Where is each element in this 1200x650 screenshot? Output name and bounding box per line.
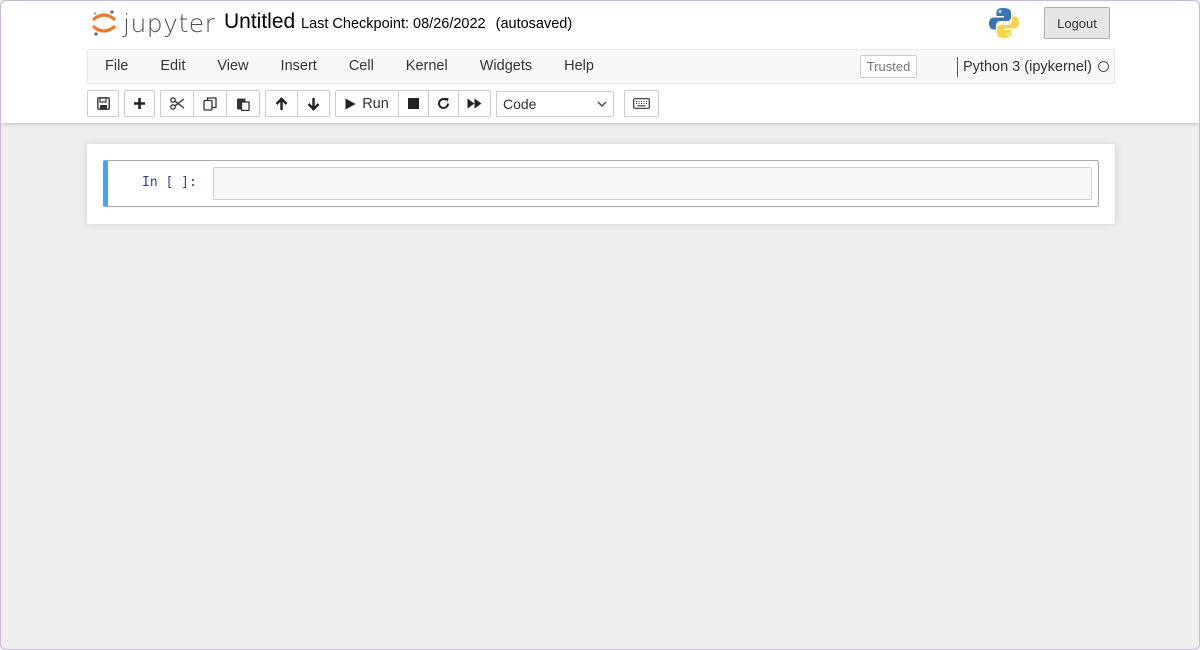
run-icon	[345, 98, 356, 109]
restart-run-all-button[interactable]	[458, 90, 491, 117]
menu-view[interactable]: View	[201, 50, 264, 83]
run-button[interactable]: Run	[335, 90, 399, 117]
checkpoint-status: Last Checkpoint: 08/26/2022 (autosaved)	[301, 16, 572, 32]
interrupt-kernel-button[interactable]	[398, 90, 429, 117]
cut-icon	[169, 97, 184, 110]
jupyter-window: jupyter Untitled Last Checkpoint: 08/26/…	[0, 0, 1200, 650]
paste-button[interactable]	[226, 90, 260, 117]
autosave-status: (autosaved)	[495, 16, 573, 32]
jupyter-logo-icon	[92, 10, 116, 36]
menu-items: File Edit View Insert Cell Kernel Widget…	[88, 50, 610, 83]
chevron-down-icon	[597, 101, 607, 107]
kernel-name: Python 3 (ipykernel)	[963, 59, 1092, 75]
notebook-container: In [ ]:	[87, 144, 1115, 224]
command-palette-button[interactable]	[624, 90, 659, 117]
notebook-name[interactable]: Untitled	[224, 10, 295, 34]
menu-edit[interactable]: Edit	[144, 50, 201, 83]
restart-kernel-button[interactable]	[428, 90, 459, 117]
copy-button[interactable]	[193, 90, 227, 117]
paste-icon	[237, 98, 250, 111]
restart-icon	[438, 97, 449, 109]
logout-button[interactable]: Logout	[1044, 7, 1110, 39]
jupyter-logo[interactable]: jupyter	[91, 7, 215, 39]
save-button[interactable]	[87, 90, 119, 117]
move-up-icon	[275, 96, 288, 110]
code-cell[interactable]: In [ ]:	[103, 160, 1099, 207]
move-down-button[interactable]	[297, 90, 330, 117]
run-label: Run	[362, 95, 389, 112]
python-logo-icon	[989, 8, 1019, 38]
cell-type-value: Code	[503, 96, 537, 112]
menubar: File Edit View Insert Cell Kernel Widget…	[87, 49, 1115, 84]
insert-cell-button[interactable]	[124, 90, 155, 117]
stop-icon	[408, 98, 419, 109]
menu-widgets[interactable]: Widgets	[464, 50, 548, 83]
menu-kernel[interactable]: Kernel	[390, 50, 464, 83]
trusted-indicator[interactable]: Trusted	[860, 55, 917, 78]
menu-help[interactable]: Help	[548, 50, 610, 83]
kernel-separator	[957, 57, 958, 77]
keyboard-icon	[633, 98, 650, 109]
save-icon	[96, 97, 110, 110]
checkpoint-label: Last Checkpoint: 08/26/2022	[301, 16, 486, 32]
add-icon	[134, 98, 145, 109]
fast-forward-icon	[467, 98, 482, 109]
menu-insert[interactable]: Insert	[265, 50, 333, 83]
copy-icon	[203, 96, 217, 111]
move-down-icon	[307, 97, 320, 111]
menu-file[interactable]: File	[88, 50, 144, 83]
notebook-header: jupyter Untitled Last Checkpoint: 08/26/…	[1, 1, 1199, 123]
menu-cell[interactable]: Cell	[333, 50, 390, 83]
move-up-button[interactable]	[265, 90, 298, 117]
kernel-idle-indicator-icon	[1098, 61, 1109, 72]
jupyter-logo-text: jupyter	[123, 8, 216, 38]
cut-button[interactable]	[160, 90, 194, 117]
input-prompt: In [ ]:	[142, 175, 197, 190]
cell-type-select[interactable]: Code	[496, 91, 614, 117]
code-input-area[interactable]	[213, 167, 1092, 200]
